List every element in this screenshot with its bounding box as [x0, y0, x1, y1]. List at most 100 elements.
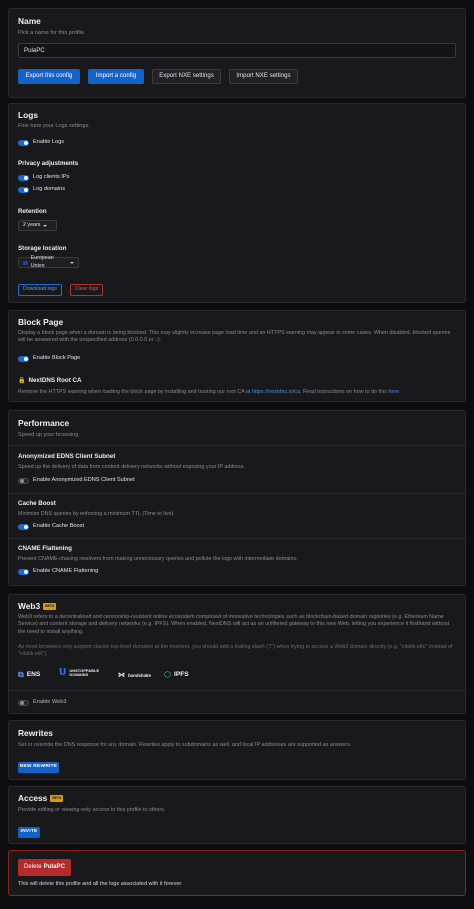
new-rewrite-button[interactable]: NEW REWRITE — [18, 762, 59, 773]
ipfs-logo: ⬡ IPFS — [164, 670, 189, 681]
divider — [9, 690, 465, 691]
ens-icon: ⧉ — [18, 670, 24, 679]
name-subtitle: Pick a name for this profile. — [18, 30, 86, 36]
unstoppable-domains-logo: ᑌ UNSTOPPABLE DOMAINS — [59, 667, 105, 678]
rewrites-title: Rewrites — [18, 728, 53, 738]
storage-title: Storage location — [18, 245, 67, 252]
import-config-button[interactable]: Import a config — [88, 69, 144, 84]
logs-card: Logs Fine tune your Logs settings. Enabl… — [8, 103, 466, 303]
root-ca-desc-middle: . Read instructions on how to do this — [299, 389, 387, 395]
clear-logs-button[interactable]: Clear logs — [70, 284, 103, 296]
delete-button-prefix: Delete — [24, 863, 42, 871]
web3-card: Web3 BETA Web3 refers to a decentralized… — [8, 594, 466, 714]
ens-logo-text: ENS — [26, 670, 41, 678]
access-title: Access — [18, 793, 48, 803]
profile-name-input[interactable] — [18, 43, 456, 58]
handshake-logo: ⋈ handshake — [118, 671, 151, 680]
log-ips-label: Log clients IPs — [33, 174, 70, 180]
performance-title: Performance — [18, 418, 70, 428]
enable-logs-label: Enable Logs — [33, 139, 65, 145]
enable-block-page-toggle-row[interactable]: Enable Block Page — [18, 355, 80, 363]
log-domains-label: Log domains — [33, 186, 66, 192]
rewrites-card: Rewrites Set or override the DNS respons… — [8, 720, 466, 780]
ecs-label: Enable Anonymized EDNS Client Subnet — [33, 477, 135, 483]
block-page-card: Block Page Display a block page when a d… — [8, 310, 466, 402]
cache-boost-toggle[interactable] — [18, 523, 29, 530]
cache-boost-label: Enable Cache Boost — [33, 523, 84, 529]
web3-heading: Web3 BETA — [18, 601, 456, 612]
access-description: Provide editing or viewing-only access t… — [18, 807, 166, 813]
ecs-description: Speed up the delivery of data from conte… — [18, 464, 246, 470]
ens-logo: ⧉ ENS — [18, 670, 40, 681]
cname-label: Enable CNAME Flattening — [33, 568, 99, 574]
block-page-description: Display a block page when a domain is be… — [18, 330, 451, 344]
export-nxe-button[interactable]: Export NXE settings — [152, 69, 221, 84]
web3-title: Web3 — [18, 601, 41, 611]
delete-card: Delete PulaPC This will delete this prof… — [8, 850, 466, 896]
performance-card: Performance Speed up your browsing. Anon… — [8, 410, 466, 586]
divider — [9, 493, 465, 494]
block-page-title: Block Page — [18, 317, 64, 327]
export-config-button[interactable]: Export this config — [18, 69, 80, 84]
retention-select[interactable]: 2 years — [18, 220, 57, 231]
performance-subtitle: Speed up your browsing. — [18, 432, 80, 438]
web3-toggle[interactable] — [18, 699, 29, 706]
ecs-toggle[interactable] — [18, 477, 29, 484]
root-ca-link[interactable]: https://nextdns.io/ca — [252, 389, 300, 395]
handshake-logo-text: handshake — [128, 672, 151, 678]
root-ca-heading: 🔒 NextDNS Root CA — [18, 377, 456, 385]
enable-block-page-toggle[interactable] — [18, 355, 29, 362]
ipfs-logo-text: IPFS — [173, 670, 189, 678]
divider — [9, 538, 465, 539]
retention-value: 2 years — [23, 221, 41, 228]
access-card: Access BETA Provide editing or viewing-o… — [8, 786, 466, 844]
web3-note: As most browsers only support classic to… — [18, 644, 453, 658]
cname-toggle[interactable] — [18, 568, 29, 575]
log-ips-toggle[interactable] — [18, 174, 29, 181]
root-ca-description: Remove the HTTPS warning when loading th… — [18, 389, 456, 396]
enable-logs-toggle-row[interactable]: Enable Logs — [18, 139, 64, 147]
logs-title: Logs — [18, 110, 39, 120]
cname-toggle-row[interactable]: Enable CNAME Flattening — [18, 568, 98, 576]
log-ips-toggle-row[interactable]: Log clients IPs — [18, 174, 69, 182]
name-card: Name Pick a name for this profile. Expor… — [8, 8, 466, 98]
import-nxe-button[interactable]: Import NXE settings — [229, 69, 298, 84]
cache-boost-description: Minimize DNS queries by enforcing a mini… — [18, 511, 175, 517]
logs-subtitle: Fine tune your Logs settings. — [18, 123, 90, 129]
beta-badge: BETA — [43, 603, 57, 610]
cname-description: Prevent CNAME-chasing resolvers from mak… — [18, 556, 298, 562]
name-title: Name — [18, 16, 41, 26]
chevron-down-icon — [70, 261, 74, 264]
root-ca-desc-end: . — [399, 389, 401, 395]
storage-select[interactable]: European Union — [18, 255, 79, 269]
web3-toggle-row[interactable]: Enable Web3 — [18, 699, 66, 707]
ecs-toggle-row[interactable]: Enable Anonymized EDNS Client Subnet — [18, 477, 135, 485]
ecs-title: Anonymized EDNS Client Subnet — [18, 453, 116, 460]
delete-button-profile-name: PulaPC — [43, 863, 65, 871]
delete-profile-button[interactable]: Delete PulaPC — [18, 859, 71, 876]
enable-logs-toggle[interactable] — [18, 139, 29, 146]
eu-flag-icon — [23, 260, 28, 265]
divider — [9, 445, 465, 446]
invite-button[interactable]: INVITE — [18, 827, 40, 838]
storage-value: European Union — [30, 255, 54, 269]
beta-badge: BETA — [50, 795, 64, 802]
chevron-down-icon — [43, 224, 48, 227]
web3-description: Web3 refers to a decentralized and censo… — [18, 614, 450, 635]
log-domains-toggle[interactable] — [18, 186, 29, 193]
access-heading: Access BETA — [18, 793, 456, 804]
download-logs-button[interactable]: Download logs — [18, 284, 62, 296]
delete-warning: This will delete this profile and all th… — [18, 881, 183, 887]
unstoppable-logo-text: UNSTOPPABLE DOMAINS — [69, 667, 100, 677]
cname-title: CNAME Flattening — [18, 545, 72, 552]
instructions-link[interactable]: here — [388, 389, 399, 395]
cache-boost-toggle-row[interactable]: Enable Cache Boost — [18, 523, 84, 531]
web3-label: Enable Web3 — [33, 699, 67, 705]
ipfs-icon: ⬡ — [164, 670, 171, 679]
root-ca-title: NextDNS Root CA — [28, 377, 82, 384]
log-domains-toggle-row[interactable]: Log domains — [18, 186, 65, 194]
root-ca-desc-text: Remove the HTTPS warning when loading th… — [18, 389, 251, 395]
rewrites-description: Set or override the DNS response for any… — [18, 742, 352, 748]
retention-title: Retention — [18, 208, 47, 215]
enable-block-page-label: Enable Block Page — [33, 355, 81, 361]
